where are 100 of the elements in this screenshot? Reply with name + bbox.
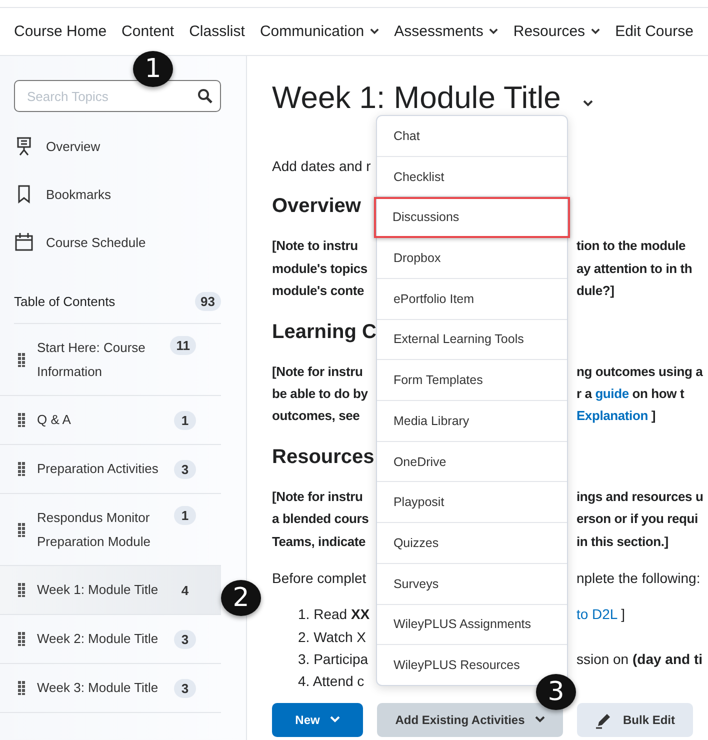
paragraph-text: nplete the following: bbox=[576, 570, 700, 586]
module-title: Start Here: Course Information bbox=[37, 338, 146, 380]
link[interactable]: Explanation bbox=[576, 408, 648, 424]
menu-item[interactable]: WileyPLUS Assignments bbox=[377, 604, 568, 646]
drag-handle-icon[interactable] bbox=[18, 462, 25, 476]
module-title: Respondus Monitor Preparation Module bbox=[37, 508, 152, 551]
note-text: r a guide on how t bbox=[576, 386, 684, 401]
module-title: Week 3: Module Title bbox=[37, 679, 160, 697]
note-text: ng outcomes using a bbox=[576, 364, 703, 379]
section-heading: Resources bbox=[272, 446, 374, 468]
list-item-text: ssion on (day and ti bbox=[576, 651, 703, 668]
sidebar-link[interactable]: Overview bbox=[46, 138, 100, 154]
menu-item[interactable]: Surveys bbox=[377, 564, 568, 605]
note-text: outcomes, see bbox=[272, 408, 360, 424]
drag-handle-icon[interactable] bbox=[18, 632, 25, 646]
count-label: 4 bbox=[180, 582, 190, 600]
menu-item[interactable]: Checklist bbox=[377, 156, 568, 198]
toc-heading[interactable]: Table of Contents bbox=[14, 294, 116, 309]
note-text: module's conte bbox=[272, 283, 364, 298]
note-text: [Note for instru bbox=[272, 488, 363, 504]
count-badge: 93 bbox=[194, 292, 221, 311]
note-text: in this section.] bbox=[576, 534, 668, 549]
callout-marker: 2 bbox=[221, 580, 261, 616]
module-item[interactable]: Q & A 1 bbox=[0, 396, 221, 445]
drag-handle-icon[interactable] bbox=[18, 681, 25, 695]
paragraph-text: Add dates and r bbox=[272, 158, 371, 174]
menu-item[interactable]: Media Library bbox=[377, 401, 568, 442]
note-text: ay attention to in th bbox=[576, 260, 692, 276]
add-activities-button[interactable]: Add Existing Activities bbox=[377, 702, 563, 737]
module-item[interactable]: Week 2: Module Title 3 bbox=[0, 615, 221, 664]
note-text: tion to the module bbox=[576, 238, 686, 254]
module-title: Week 2: Module Title bbox=[37, 630, 160, 648]
nav-tab[interactable]: Communication bbox=[260, 23, 380, 40]
count-badge: 3 bbox=[174, 460, 196, 478]
search-icon bbox=[197, 88, 213, 104]
nav-tab[interactable]: Content bbox=[122, 23, 174, 40]
nav-tab[interactable]: Resources bbox=[513, 23, 600, 40]
menu-item[interactable]: Quizzes bbox=[377, 523, 568, 564]
note-text: [Note to instru bbox=[272, 238, 358, 254]
list-item-text: to D2L ] bbox=[576, 606, 625, 622]
menu-item[interactable]: Dropbox bbox=[377, 238, 568, 279]
link[interactable]: to D2L bbox=[576, 606, 618, 622]
note-text: module's topics bbox=[272, 260, 368, 276]
bulk-edit-button[interactable]: Bulk Edit bbox=[577, 702, 693, 737]
list-item-text: Attend c bbox=[312, 673, 364, 690]
list-number: 4. bbox=[298, 673, 311, 690]
link[interactable]: guide bbox=[595, 386, 629, 401]
calendar-icon bbox=[14, 232, 34, 252]
search-field[interactable]: Search Topics bbox=[14, 80, 221, 112]
note-text: [Note for instru bbox=[272, 364, 363, 379]
count-badge: 1 bbox=[174, 506, 196, 525]
paragraph-text: Before complet bbox=[272, 570, 366, 586]
module-item[interactable]: Start Here: Course Information 11 bbox=[0, 324, 221, 396]
menu-item[interactable]: Form Templates bbox=[377, 360, 568, 402]
drag-handle-icon[interactable] bbox=[18, 522, 25, 536]
page-title: Week 1: Module Title bbox=[272, 80, 561, 116]
section-heading: Overview bbox=[272, 195, 361, 218]
count-badge: 11 bbox=[170, 336, 196, 355]
drag-handle-icon[interactable] bbox=[18, 583, 25, 597]
chevron-down-icon bbox=[489, 28, 498, 35]
chevron-down-icon bbox=[582, 100, 593, 107]
nav-tab[interactable]: Edit Course bbox=[615, 23, 694, 40]
menu-item[interactable]: Chat bbox=[377, 116, 568, 157]
nav-tab[interactable]: Assessments bbox=[394, 23, 498, 40]
list-number: 1. bbox=[298, 606, 311, 622]
note-text: ings and resources u bbox=[576, 488, 704, 504]
presentation-board-icon bbox=[14, 136, 34, 156]
menu-item[interactable]: Playposit bbox=[377, 482, 568, 524]
note-text: Explanation ] bbox=[576, 408, 656, 424]
note-text: Teams, indicate bbox=[272, 534, 366, 549]
note-text: erson or if you requi bbox=[576, 511, 698, 526]
section-heading: Learning C bbox=[272, 320, 376, 343]
module-title: Q & A bbox=[37, 411, 72, 429]
module-item[interactable]: Week 1: Module Title 4 bbox=[0, 566, 221, 615]
menu-item[interactable]: Discussions bbox=[374, 197, 570, 238]
nav-tab[interactable]: Classlist bbox=[189, 23, 245, 40]
list-number: 2. bbox=[298, 628, 311, 645]
list-item-text: Participa bbox=[314, 651, 368, 668]
module-item[interactable]: Preparation Activities 3 bbox=[0, 445, 221, 494]
note-text: a blended cours bbox=[272, 511, 369, 526]
nav-tab[interactable]: Course Home bbox=[14, 23, 107, 40]
callout-marker: 3 bbox=[536, 674, 576, 710]
drag-handle-icon[interactable] bbox=[18, 352, 25, 366]
sidebar-link[interactable]: Bookmarks bbox=[46, 186, 112, 202]
chevron-down-icon bbox=[591, 28, 600, 35]
count-badge: 1 bbox=[174, 410, 196, 430]
drag-handle-icon[interactable] bbox=[18, 413, 25, 427]
list-item-text: Watch X bbox=[314, 628, 366, 645]
note-text: be able to do by bbox=[272, 386, 368, 401]
menu-item[interactable]: ePortfolio Item bbox=[377, 278, 568, 320]
chevron-down-icon bbox=[370, 28, 380, 35]
sidebar-link[interactable]: Course Schedule bbox=[46, 234, 146, 250]
count-badge: 3 bbox=[174, 630, 196, 648]
menu-item[interactable]: External Learning Tools bbox=[377, 320, 568, 360]
module-item[interactable]: Week 3: Module Title 3 bbox=[0, 664, 221, 713]
module-title: Week 1: Module Title bbox=[37, 581, 160, 599]
menu-item[interactable]: OneDrive bbox=[377, 442, 568, 482]
new-button[interactable]: New bbox=[272, 702, 363, 737]
chevron-down-icon bbox=[534, 716, 545, 724]
list-number: 3. bbox=[298, 651, 311, 668]
